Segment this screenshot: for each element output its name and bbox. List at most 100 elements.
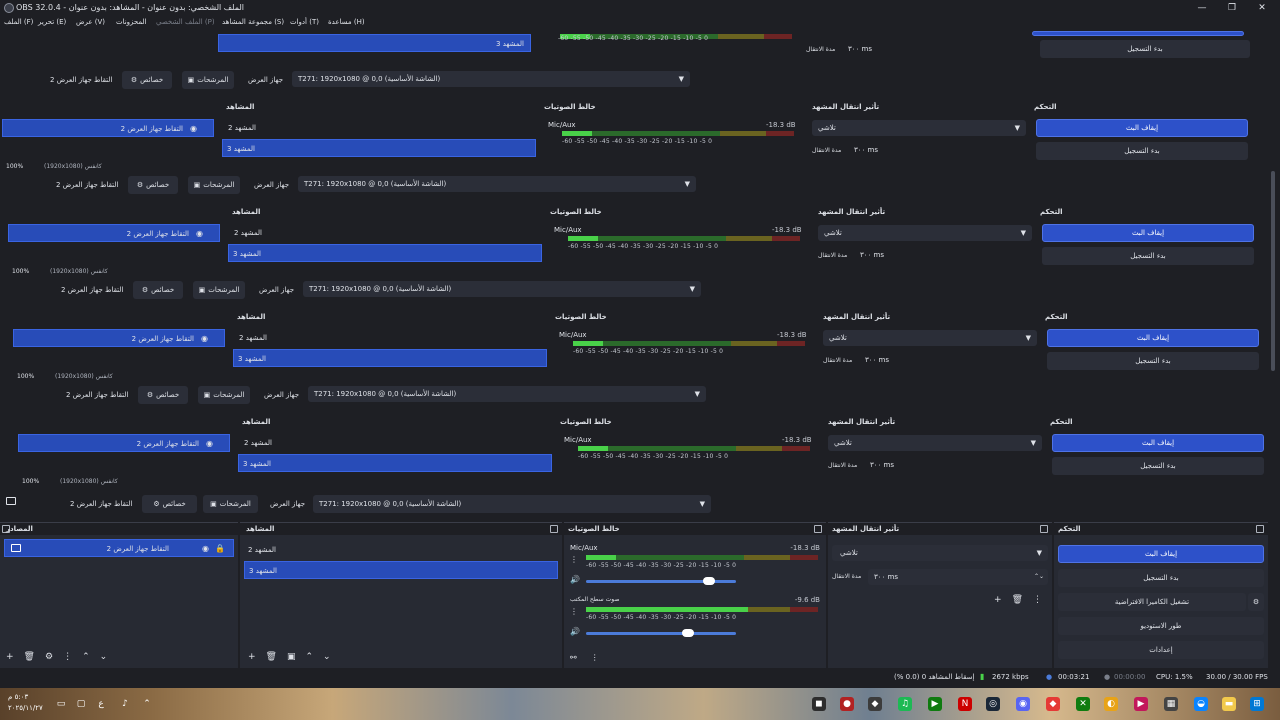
- duration-spinbox[interactable]: ٣٠٠ ms ⌃⌄: [868, 569, 1048, 585]
- start-virtual-camera-button[interactable]: تشغيل الكاميرا الافتراضية: [1058, 593, 1246, 611]
- transition-select[interactable]: ▼ تلاشي: [832, 545, 1048, 561]
- dock-undock-icon[interactable]: [1040, 525, 1048, 533]
- menu-tools[interactable]: أدوات (T): [290, 18, 319, 26]
- app-icon[interactable]: ◼: [812, 697, 826, 711]
- source-item[interactable]: التقاط جهاز العرض 2 ◉: [13, 329, 225, 347]
- close-button[interactable]: ✕: [1252, 1, 1272, 15]
- filters-button[interactable]: ▣ المرشحات: [182, 71, 234, 89]
- scrollbar-thumb[interactable]: [1271, 171, 1275, 371]
- filters-button[interactable]: ▣ المرشحات: [203, 495, 258, 513]
- start-recording-button[interactable]: بدء التسجيل: [1040, 40, 1250, 58]
- app-icon[interactable]: ▦: [1164, 697, 1178, 711]
- visibility-eye-icon[interactable]: ◉: [206, 439, 213, 449]
- source-item[interactable]: التقاط جهاز العرض 2 ◉: [18, 434, 230, 452]
- display-device-select[interactable]: T271: 1920x1080 @ 0,0 (الشاشة الأساسية) ▼: [308, 386, 706, 402]
- stop-stream-button[interactable]: إيقاف البث: [1042, 224, 1254, 242]
- settings-button[interactable]: إعدادات: [1058, 641, 1264, 659]
- start-recording-button[interactable]: بدء التسجيل: [1058, 569, 1264, 587]
- filter-icon[interactable]: ▣: [287, 652, 296, 662]
- menu-help[interactable]: مساعدة (H): [328, 18, 365, 26]
- discord-icon[interactable]: ◉: [1016, 697, 1030, 711]
- transition-select[interactable]: تلاشي ▼: [823, 330, 1037, 346]
- scene-item-selected[interactable]: المشهد 3: [238, 454, 552, 472]
- display-device-select[interactable]: T271: 1920x1080 @ 0,0 (الشاشة الأساسية) ▼: [292, 71, 690, 87]
- filters-button[interactable]: ▣ المرشحات: [198, 386, 250, 404]
- scene-item[interactable]: المشهد 2: [235, 329, 549, 347]
- steam-icon[interactable]: ◎: [986, 697, 1000, 711]
- scene-item-selected[interactable]: المشهد 3: [218, 34, 531, 52]
- display-icon[interactable]: ▢: [74, 697, 88, 711]
- display-device-select[interactable]: T271: 1920x1080 @ 0,0 (الشاشة الأساسية) ▼: [303, 281, 701, 297]
- visibility-eye-icon[interactable]: ◉: [196, 229, 203, 239]
- menu-profile[interactable]: الملف الشخصي (P): [156, 18, 215, 26]
- app-icon[interactable]: N: [958, 697, 972, 711]
- scene-item[interactable]: المشهد 2: [224, 119, 538, 137]
- studio-mode-button[interactable]: طور الاستوديو: [1058, 617, 1264, 635]
- add-icon[interactable]: +: [994, 595, 1002, 605]
- menu-scene-collection[interactable]: مجموعة المشاهد (S): [222, 18, 284, 26]
- visibility-eye-icon[interactable]: ◉: [190, 124, 197, 134]
- lock-icon[interactable]: 🔒: [215, 544, 225, 554]
- stop-stream-button[interactable]: إيقاف البث: [1047, 329, 1259, 347]
- file-explorer-icon[interactable]: ▬: [1222, 697, 1236, 711]
- more-icon[interactable]: ⋮: [591, 653, 599, 662]
- start-recording-button[interactable]: بدء التسجيل: [1047, 352, 1259, 370]
- menu-edit[interactable]: تحرير (E): [38, 18, 66, 26]
- link-icon[interactable]: ⚯: [570, 653, 577, 662]
- trash-icon[interactable]: 🗑: [1012, 595, 1023, 605]
- trash-icon[interactable]: 🗑: [266, 652, 277, 662]
- transition-select[interactable]: تلاشي ▼: [818, 225, 1032, 241]
- app-icon[interactable]: ▶: [1134, 697, 1148, 711]
- display-device-select[interactable]: T271: 1920x1080 @ 0,0 (الشاشة الأساسية) …: [313, 495, 711, 513]
- dock-undock-icon[interactable]: [814, 525, 822, 533]
- xbox-icon[interactable]: ✕: [1076, 697, 1090, 711]
- scene-item-selected[interactable]: المشهد 3: [222, 139, 536, 157]
- menu-file[interactable]: الملف (F): [4, 18, 33, 26]
- chevron-down-icon[interactable]: ⌄: [323, 652, 331, 662]
- gear-icon[interactable]: ⚙: [45, 652, 53, 662]
- scene-item-selected[interactable]: المشهد 3: [244, 561, 558, 579]
- spinner-icon[interactable]: ⌃⌄: [1034, 569, 1044, 585]
- properties-button[interactable]: ⚙ خصائص: [142, 495, 197, 513]
- dock-undock-icon[interactable]: [1256, 525, 1264, 533]
- chevron-down-icon[interactable]: ⌄: [100, 652, 108, 662]
- add-icon[interactable]: +: [248, 652, 256, 662]
- chevron-up-icon[interactable]: ⌃: [82, 652, 90, 662]
- vertical-scrollbar[interactable]: [1268, 31, 1278, 671]
- start-recording-button[interactable]: بدء التسجيل: [1042, 247, 1254, 265]
- volume-slider[interactable]: [586, 629, 736, 637]
- dock-undock-icon[interactable]: [550, 525, 558, 533]
- app-icon[interactable]: ◆: [868, 697, 882, 711]
- chevron-up-icon[interactable]: ⌃: [306, 652, 314, 662]
- scene-item-selected[interactable]: المشهد 3: [228, 244, 542, 262]
- more-icon[interactable]: ⋮: [1033, 595, 1042, 605]
- filters-button[interactable]: ▣ المرشحات: [188, 176, 240, 194]
- more-icon[interactable]: ⋮: [63, 652, 72, 662]
- transition-select[interactable]: تلاشي ▼: [812, 120, 1026, 136]
- stop-stream-button[interactable]: إيقاف البث: [1036, 119, 1248, 137]
- chrome-icon[interactable]: ◐: [1104, 697, 1118, 711]
- language-indicator[interactable]: ع: [94, 697, 108, 711]
- properties-button[interactable]: ⚙ خصائص: [128, 176, 178, 194]
- start-menu-icon[interactable]: ⊞: [1250, 697, 1264, 711]
- app-icon[interactable]: ●: [840, 697, 854, 711]
- visibility-eye-icon[interactable]: ◉: [202, 544, 209, 554]
- taskbar-clock[interactable]: ٥:٠٣ م ٢٠٢٥/١١/٢٧: [8, 692, 43, 714]
- properties-button[interactable]: ⚙ خصائص: [122, 71, 172, 89]
- trash-icon[interactable]: 🗑: [24, 652, 35, 662]
- app-icon[interactable]: ▶: [928, 697, 942, 711]
- chevron-up-icon[interactable]: ⌃: [140, 697, 154, 711]
- speaker-icon[interactable]: 🔊: [570, 627, 580, 636]
- transition-select[interactable]: تلاشي ▼: [828, 435, 1042, 451]
- minimize-button[interactable]: —: [1192, 1, 1212, 15]
- source-item[interactable]: التقاط جهاز العرض 2 ◉ 🔒: [4, 539, 234, 557]
- microphone-icon[interactable]: ♪: [118, 697, 132, 711]
- menu-view[interactable]: عرض (V): [76, 18, 105, 26]
- edge-icon[interactable]: ◒: [1194, 697, 1208, 711]
- maximize-button[interactable]: ❐: [1222, 1, 1242, 15]
- scene-item-selected[interactable]: المشهد 3: [233, 349, 547, 367]
- channel-menu-icon[interactable]: ⋮: [570, 555, 578, 564]
- display-device-select[interactable]: T271: 1920x1080 @ 0,0 (الشاشة الأساسية) ▼: [298, 176, 696, 192]
- app-icon[interactable]: ◆: [1046, 697, 1060, 711]
- source-item[interactable]: التقاط جهاز العرض 2 ◉: [2, 119, 214, 137]
